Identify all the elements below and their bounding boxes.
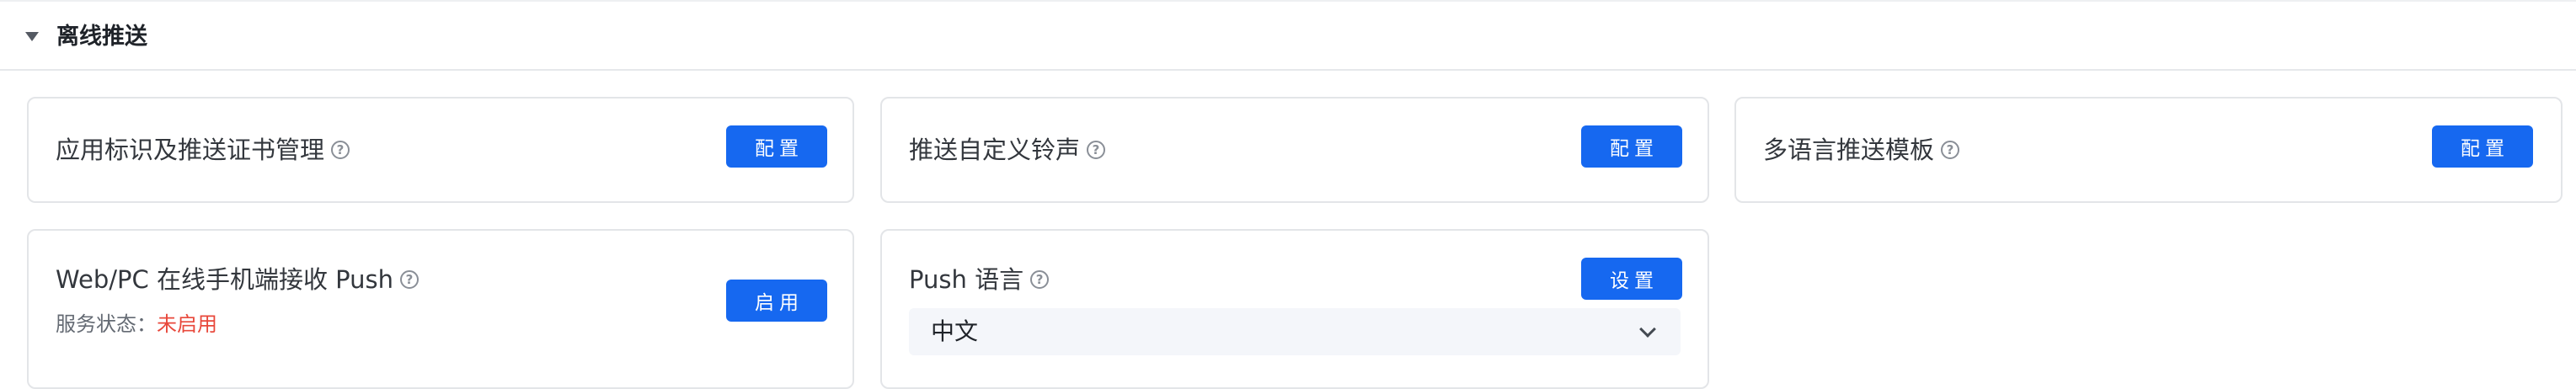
configure-button[interactable]: 配置 <box>726 125 827 168</box>
card-push-language: Push 语言 ? 设置 中文 <box>880 229 1709 389</box>
status-value: 未启用 <box>157 312 217 336</box>
card-title: 多语言推送模板 <box>1763 136 1935 164</box>
card-title: Web/PC 在线手机端接收 Push <box>56 265 394 294</box>
card-title: Push 语言 <box>909 265 1024 294</box>
card-title-wrap: Web/PC 在线手机端接收 Push ? <box>56 263 420 296</box>
status-label: 服务状态： <box>56 312 157 336</box>
card-title: 推送自定义铃声 <box>909 136 1081 164</box>
enable-button[interactable]: 启用 <box>726 280 827 322</box>
card-title: 应用标识及推送证书管理 <box>56 136 325 164</box>
card-title-wrap: 推送自定义铃声 ? <box>909 133 1106 167</box>
service-status: 服务状态：未启用 <box>56 310 217 338</box>
help-icon[interactable]: ? <box>1087 141 1106 159</box>
chevron-down-icon <box>1639 321 1656 338</box>
language-select-value: 中文 <box>931 317 979 345</box>
settings-button[interactable]: 设置 <box>1581 258 1682 300</box>
section-title: 离线推送 <box>56 24 147 50</box>
card-app-cert: 应用标识及推送证书管理 ? 配置 <box>27 97 854 203</box>
card-title-wrap: Push 语言 ? <box>909 263 1050 296</box>
card-web-pc-push: Web/PC 在线手机端接收 Push ? 服务状态：未启用 启用 <box>27 229 854 389</box>
card-multilang: 多语言推送模板 ? 配置 <box>1734 97 2563 203</box>
help-icon[interactable]: ? <box>1941 141 1960 159</box>
card-title-wrap: 多语言推送模板 ? <box>1763 133 1960 167</box>
help-icon[interactable]: ? <box>1030 270 1050 289</box>
section-header[interactable]: 离线推送 <box>0 0 2576 71</box>
configure-button[interactable]: 配置 <box>2432 125 2533 168</box>
card-ringtone: 推送自定义铃声 ? 配置 <box>880 97 1709 203</box>
configure-button[interactable]: 配置 <box>1581 125 1682 168</box>
help-icon[interactable]: ? <box>400 270 420 289</box>
card-title-wrap: 应用标识及推送证书管理 ? <box>56 133 350 167</box>
help-icon[interactable]: ? <box>331 141 350 159</box>
language-select[interactable]: 中文 <box>909 308 1681 355</box>
collapse-caret-icon[interactable] <box>25 32 39 41</box>
